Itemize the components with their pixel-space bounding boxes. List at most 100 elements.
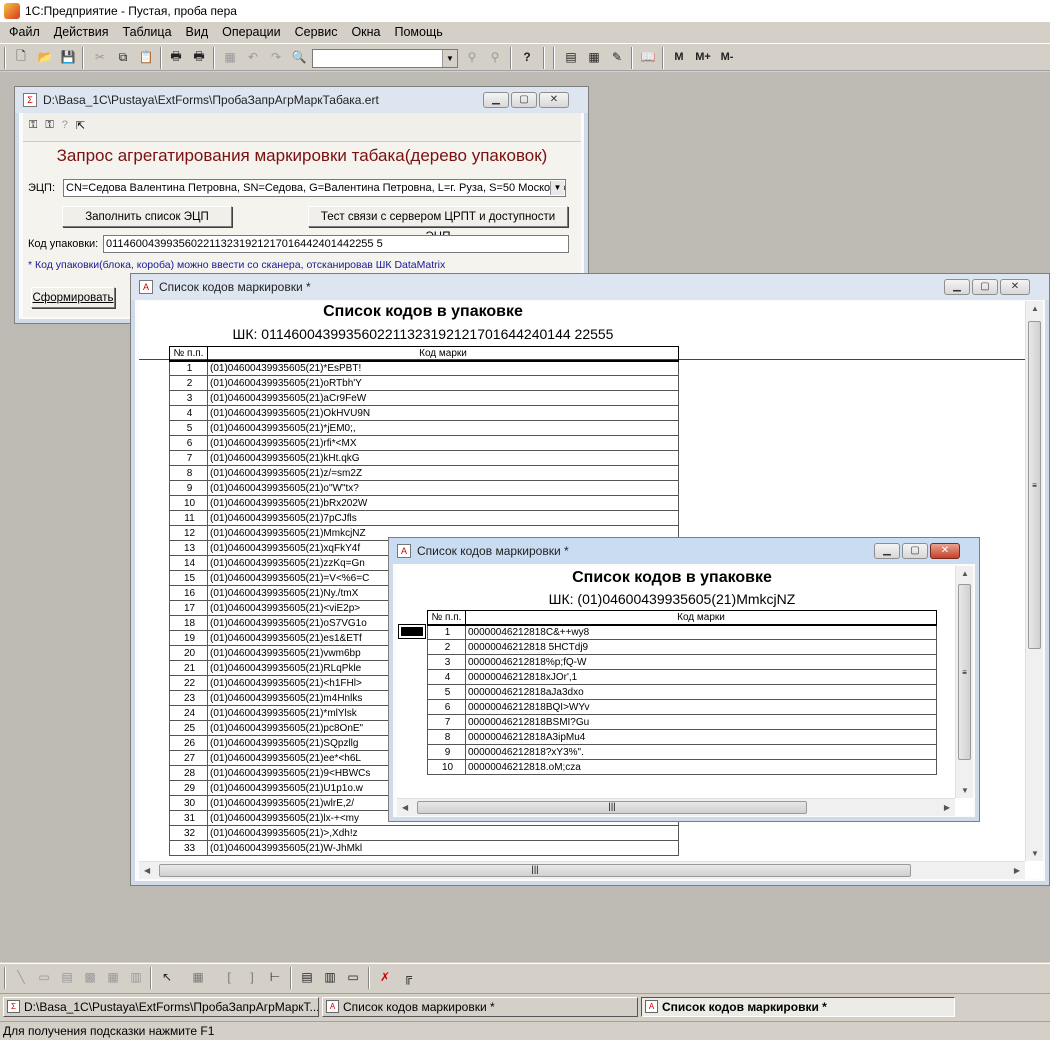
table-row[interactable]: 2 00000046212818 5HCTdj9 [427,639,937,655]
menu-help[interactable]: Помощь [388,25,450,39]
list-window-main-titlebar[interactable]: A Список кодов маркировки * [131,274,1049,300]
menu-service[interactable]: Сервис [288,25,345,39]
search-combo[interactable]: ▼ [312,49,458,68]
form-tool-icon[interactable]: ⚿ [45,119,53,132]
memory-minus-button[interactable]: M- [716,48,738,66]
table-row[interactable]: 4 (01)04600439935605(21)OkHVU9N [169,405,679,421]
menu-table[interactable]: Таблица [116,25,179,39]
table-tool-icon[interactable]: ▤ [298,968,316,986]
current-cell-marker[interactable] [398,624,426,639]
table-row[interactable]: 9 (01)04600439935605(21)o"W"tx? [169,480,679,496]
table-row[interactable]: 7 (01)04600439935605(21)kHt.qkG [169,450,679,466]
horizontal-scrollbar[interactable]: ◀ ||| ▶ [397,798,955,816]
package-code-input[interactable]: 0114600439935602211323192121701644240144… [103,235,569,253]
horizontal-scrollbar[interactable]: ◀ ||| ▶ [139,861,1025,879]
bracket-right-icon[interactable]: ] [243,968,261,986]
bracket-left-icon[interactable]: [ [220,968,238,986]
table-row[interactable]: 1 00000046212818C&++wy8 [427,624,937,640]
ole-tool-icon[interactable]: ▦ [104,968,122,986]
scroll-up-icon[interactable]: ▲ [961,569,969,578]
table-row[interactable]: 5 00000046212818aJa3dxo [427,684,937,700]
properties-icon[interactable]: ▦ [221,48,239,66]
calculator-icon[interactable]: ▤ [562,48,580,66]
find-icon[interactable]: 🔍 [290,48,308,66]
minimize-icon[interactable]: ▁ [944,279,970,295]
paste-icon[interactable]: 📋 [137,48,155,66]
table-row[interactable]: 5 (01)04600439935605(21)*jEM0;, [169,420,679,436]
table-row[interactable]: 3 (01)04600439935605(21)aCr9FeW [169,390,679,406]
copy-icon[interactable]: ⧉ [114,48,132,66]
table-row[interactable]: 7 00000046212818BSMI?Gu [427,714,937,730]
form-tool-icon[interactable]: ⇱ [76,119,85,132]
memory-button[interactable]: M [670,48,688,66]
scroll-down-icon[interactable]: ▼ [961,786,969,795]
cut-icon[interactable]: ✂ [91,48,109,66]
test-connection-button[interactable]: Тест связи с сервером ЦРПТ и доступности… [308,206,568,243]
scroll-up-icon[interactable]: ▲ [1031,304,1039,313]
chart-tool-icon[interactable]: ▥ [127,968,145,986]
save-icon[interactable]: 💾 [59,48,77,66]
menu-operations[interactable]: Операции [215,25,287,39]
taskbar-item-form[interactable]: Σ D:\Basa_1C\Pustaya\ExtForms\ПробаЗапрА… [3,997,319,1017]
fill-ecp-button[interactable]: Заполнить список ЭЦП [62,206,232,227]
table-row[interactable]: 4 00000046212818xJOr',1 [427,669,937,685]
scroll-thumb[interactable]: ≡ [1028,321,1041,649]
menu-file[interactable]: Файл [2,25,47,39]
find-next-icon[interactable]: ⚲ [463,48,481,66]
rectangle-tool-icon[interactable]: ▭ [35,968,53,986]
vertical-scrollbar[interactable]: ▲ ≡ ▼ [955,566,973,798]
menu-view[interactable]: Вид [179,25,216,39]
taskbar-item-list2[interactable]: A Список кодов маркировки * [641,997,955,1017]
form-tool-icon[interactable]: ⚿ [29,119,37,132]
book-icon[interactable]: 📖 [639,48,657,66]
chevron-down-icon[interactable]: ▼ [550,181,564,195]
scroll-down-icon[interactable]: ▼ [1031,849,1039,858]
minimize-icon[interactable]: ▁ [874,543,900,559]
scroll-left-icon[interactable]: ◀ [144,866,150,875]
new-file-icon[interactable]: 🗋 [12,48,30,66]
ecp-select[interactable]: CN=Седова Валентина Петровна, SN=Седова,… [63,179,566,197]
align-tool-icon[interactable]: ⊢ [266,968,284,986]
maximize-icon[interactable]: ▢ [972,279,998,295]
print-icon[interactable]: 🖶 [167,48,185,66]
scroll-left-icon[interactable]: ◀ [402,803,408,812]
help-icon[interactable]: ? [518,48,536,66]
table-row[interactable]: 8 00000046212818A3ipMu4 [427,729,937,745]
undo-icon[interactable]: ↶ [244,48,262,66]
close-icon[interactable]: ✕ [1000,279,1030,295]
menu-actions[interactable]: Действия [47,25,116,39]
print-preview-icon[interactable]: 🖶 [190,48,208,66]
chevron-down-icon[interactable]: ▼ [442,50,457,67]
table-row[interactable]: 2 (01)04600439935605(21)oRTbh'Y [169,375,679,391]
pointer-tool-icon[interactable]: ↖ [158,968,176,986]
table-row[interactable]: 33 (01)04600439935605(21)W-JhMkl [169,840,679,856]
scroll-thumb[interactable]: ||| [159,864,911,877]
line-tool-icon[interactable]: ╲ [12,968,30,986]
maximize-icon[interactable]: ▢ [511,92,537,108]
vertical-scrollbar[interactable]: ▲ ≡ ▼ [1025,301,1043,861]
minimize-icon[interactable]: ▁ [483,92,509,108]
cross-tool-icon[interactable]: ✗ [376,968,394,986]
table-row[interactable]: 6 00000046212818BQI>WYv [427,699,937,715]
frame-tool-icon[interactable]: ╔ [399,968,417,986]
open-folder-icon[interactable]: 📂 [36,48,54,66]
text-tool-icon[interactable]: ▤ [58,968,76,986]
close-icon[interactable]: ✕ [539,92,569,108]
memory-plus-button[interactable]: M+ [692,48,714,66]
table-row[interactable]: 10 00000046212818.oM;cza [427,759,937,775]
table-row[interactable]: 32 (01)04600439935605(21)>,Xdh!z [169,825,679,841]
columns-tool-icon[interactable]: ▥ [321,968,339,986]
notes-icon[interactable]: ✎ [608,48,626,66]
redo-icon[interactable]: ↷ [267,48,285,66]
scroll-right-icon[interactable]: ▶ [1014,866,1020,875]
find-prev-icon[interactable]: ⚲ [486,48,504,66]
form-tool-icon[interactable]: ? [62,119,68,132]
table-row[interactable]: 3 00000046212818%p;fQ-W [427,654,937,670]
make-button[interactable]: Сформировать [31,287,115,308]
taskbar-item-list1[interactable]: A Список кодов маркировки * [322,997,638,1017]
table-row[interactable]: 1 (01)04600439935605(21)*EsPBT! [169,360,679,376]
scroll-thumb[interactable]: ≡ [958,584,971,760]
table-row[interactable]: 6 (01)04600439935605(21)rfi*<MX [169,435,679,451]
table-row[interactable]: 10 (01)04600439935605(21)bRx202W [169,495,679,511]
table-row[interactable]: 8 (01)04600439935605(21)z/=sm2Z [169,465,679,481]
